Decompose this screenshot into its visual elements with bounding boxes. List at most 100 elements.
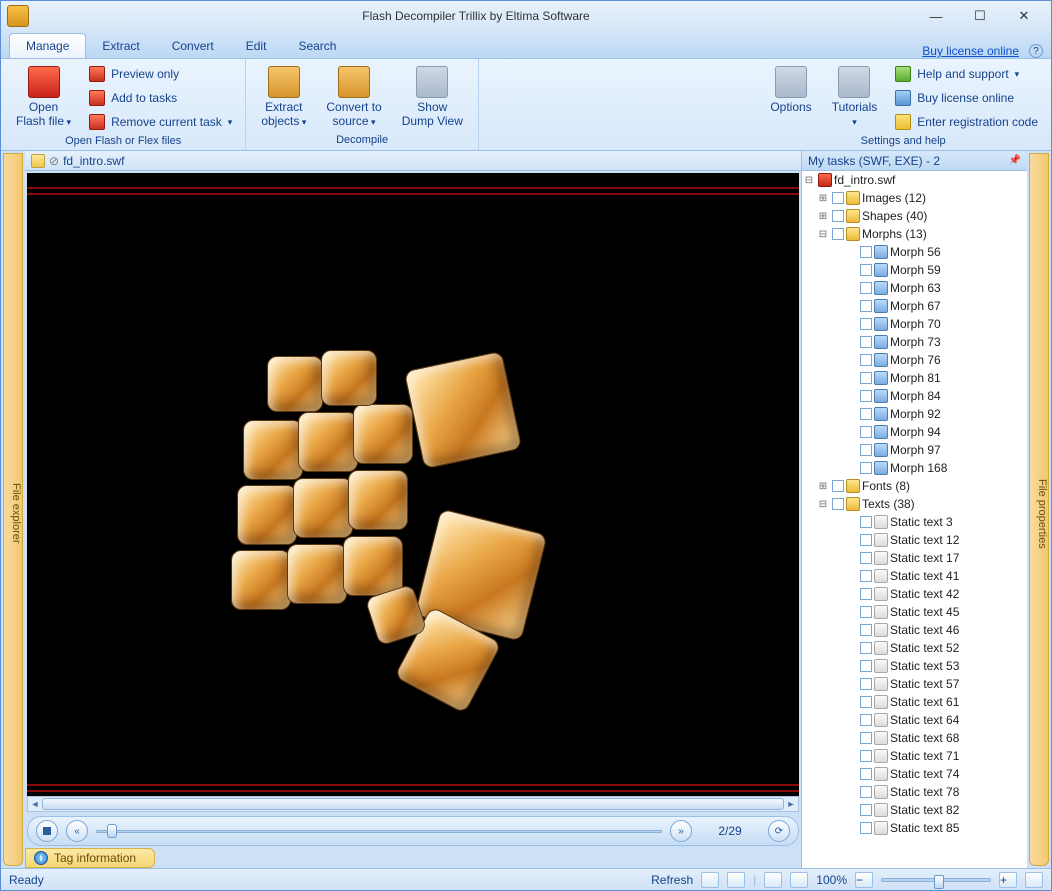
fit-tool-button[interactable] [790, 872, 808, 888]
tag-information-panel[interactable]: i Tag information [25, 848, 155, 868]
group-open-label: Open Flash or Flex files [9, 133, 237, 149]
tree-leaf[interactable]: Static text 78 [802, 783, 1027, 801]
cart-icon [895, 90, 911, 106]
tree-row[interactable]: ⊟Morphs (13) [802, 225, 1027, 243]
window-title: Flash Decompiler Trillix by Eltima Softw… [37, 9, 915, 23]
tree-leaf[interactable]: Morph 73 [802, 333, 1027, 351]
tasks-tree[interactable]: ⊟fd_intro.swf⊞Images (12)⊞Shapes (40)⊟Mo… [802, 171, 1027, 868]
tree-row[interactable]: ⊞Fonts (8) [802, 477, 1027, 495]
zoom-value: 100% [816, 873, 847, 887]
group-decompile-label: Decompile [254, 132, 470, 148]
color-picker-button[interactable] [727, 872, 745, 888]
tutorials-button[interactable]: Tutorials▾ [825, 63, 885, 131]
options-button[interactable]: Options [763, 63, 818, 117]
zoom-in-button[interactable]: + [999, 872, 1017, 888]
tree-leaf[interactable]: Morph 67 [802, 297, 1027, 315]
tree-leaf[interactable]: Static text 74 [802, 765, 1027, 783]
tutorials-icon [838, 66, 870, 98]
help-support-button[interactable]: Help and support ▾ [890, 63, 1043, 85]
enter-registration-button[interactable]: Enter registration code [890, 111, 1043, 133]
tree-row[interactable]: ⊟Texts (38) [802, 495, 1027, 513]
horizontal-scrollbar[interactable]: ◄ ► [27, 796, 799, 812]
tree-leaf[interactable]: Static text 12 [802, 531, 1027, 549]
tree-leaf[interactable]: Static text 71 [802, 747, 1027, 765]
tree-leaf[interactable]: Morph 84 [802, 387, 1027, 405]
preview-area[interactable] [27, 173, 799, 796]
remove-current-task-button[interactable]: Remove current task ▾ [84, 111, 237, 133]
file-properties-tab[interactable]: File properties [1029, 153, 1049, 866]
tree-leaf[interactable]: Morph 56 [802, 243, 1027, 261]
extract-objects-button[interactable]: Extractobjects ▾ [254, 63, 313, 131]
tree-leaf[interactable]: Static text 85 [802, 819, 1027, 837]
tree-leaf[interactable]: Static text 82 [802, 801, 1027, 819]
tree-leaf[interactable]: Morph 76 [802, 351, 1027, 369]
tree-leaf[interactable]: Static text 68 [802, 729, 1027, 747]
status-text: Ready [9, 873, 44, 887]
document-tabbar: ⊘ fd_intro.swf [25, 151, 801, 171]
tab-convert[interactable]: Convert [156, 34, 230, 58]
tree-leaf[interactable]: Static text 64 [802, 711, 1027, 729]
remove-task-icon [89, 114, 105, 130]
convert-to-source-button[interactable]: Convert tosource ▾ [319, 63, 388, 131]
tag-info-bar: i Tag information [25, 848, 801, 868]
forward-button[interactable]: » [670, 820, 692, 842]
tab-manage[interactable]: Manage [9, 33, 86, 58]
dump-icon [416, 66, 448, 98]
tree-leaf[interactable]: Static text 45 [802, 603, 1027, 621]
tree-leaf[interactable]: Morph 63 [802, 279, 1027, 297]
open-flash-file-button[interactable]: OpenFlash file ▾ [9, 63, 78, 131]
buy-license-button[interactable]: Buy license online [890, 87, 1043, 109]
pan-tool-button[interactable] [764, 872, 782, 888]
my-tasks-header: My tasks (SWF, EXE) - 2 📌 [802, 151, 1027, 171]
tab-edit[interactable]: Edit [230, 34, 283, 58]
tree-leaf[interactable]: Static text 61 [802, 693, 1027, 711]
playback-slider[interactable] [96, 826, 662, 836]
tree-leaf[interactable]: Static text 46 [802, 621, 1027, 639]
ribbon-tabs: Manage Extract Convert Edit Search Buy l… [1, 31, 1051, 59]
new-tab-icon[interactable] [31, 154, 45, 168]
file-explorer-tab[interactable]: File explorer [3, 153, 23, 866]
tree-leaf[interactable]: Static text 3 [802, 513, 1027, 531]
tree-leaf[interactable]: Static text 53 [802, 657, 1027, 675]
show-dump-view-button[interactable]: ShowDump View [395, 63, 470, 131]
tree-leaf[interactable]: Morph 94 [802, 423, 1027, 441]
tree-leaf[interactable]: Morph 70 [802, 315, 1027, 333]
tree-row[interactable]: ⊞Shapes (40) [802, 207, 1027, 225]
tree-leaf[interactable]: Morph 92 [802, 405, 1027, 423]
stop-button[interactable] [36, 820, 58, 842]
tree-leaf[interactable]: Morph 59 [802, 261, 1027, 279]
snapshot-button[interactable] [701, 872, 719, 888]
loop-button[interactable]: ⟳ [768, 820, 790, 842]
add-to-tasks-button[interactable]: Add to tasks [84, 87, 237, 109]
tab-search[interactable]: Search [282, 34, 352, 58]
minimize-button[interactable]: — [915, 5, 957, 27]
close-tab-icon[interactable]: ⊘ [49, 154, 59, 168]
tree-leaf[interactable]: Static text 57 [802, 675, 1027, 693]
document-tab[interactable]: fd_intro.swf [63, 154, 124, 168]
tree-leaf[interactable]: Static text 41 [802, 567, 1027, 585]
tree-row[interactable]: ⊟fd_intro.swf [802, 171, 1027, 189]
pin-icon[interactable]: 📌 [1009, 155, 1021, 166]
zoom-out-button[interactable]: − [855, 872, 873, 888]
close-button[interactable]: ✕ [1003, 5, 1045, 27]
convert-icon [338, 66, 370, 98]
tree-leaf[interactable]: Static text 17 [802, 549, 1027, 567]
tree-leaf[interactable]: Morph 168 [802, 459, 1027, 477]
maximize-button[interactable]: ☐ [959, 5, 1001, 27]
tree-leaf[interactable]: Static text 52 [802, 639, 1027, 657]
tree-leaf[interactable]: Static text 42 [802, 585, 1027, 603]
preview-only-button[interactable]: Preview only [84, 63, 237, 85]
add-tasks-icon [89, 90, 105, 106]
tree-leaf[interactable]: Morph 97 [802, 441, 1027, 459]
tree-leaf[interactable]: Morph 81 [802, 369, 1027, 387]
titlebar: Flash Decompiler Trillix by Eltima Softw… [1, 1, 1051, 31]
help-icon[interactable]: ? [1029, 44, 1043, 58]
buy-license-link[interactable]: Buy license online [922, 44, 1023, 58]
refresh-button[interactable]: Refresh [651, 873, 693, 887]
shield-icon[interactable] [1025, 872, 1043, 888]
zoom-slider[interactable] [881, 878, 991, 882]
tab-extract[interactable]: Extract [86, 34, 155, 58]
statusbar: Ready Refresh | 100% − + [1, 868, 1051, 890]
rewind-button[interactable]: « [66, 820, 88, 842]
tree-row[interactable]: ⊞Images (12) [802, 189, 1027, 207]
